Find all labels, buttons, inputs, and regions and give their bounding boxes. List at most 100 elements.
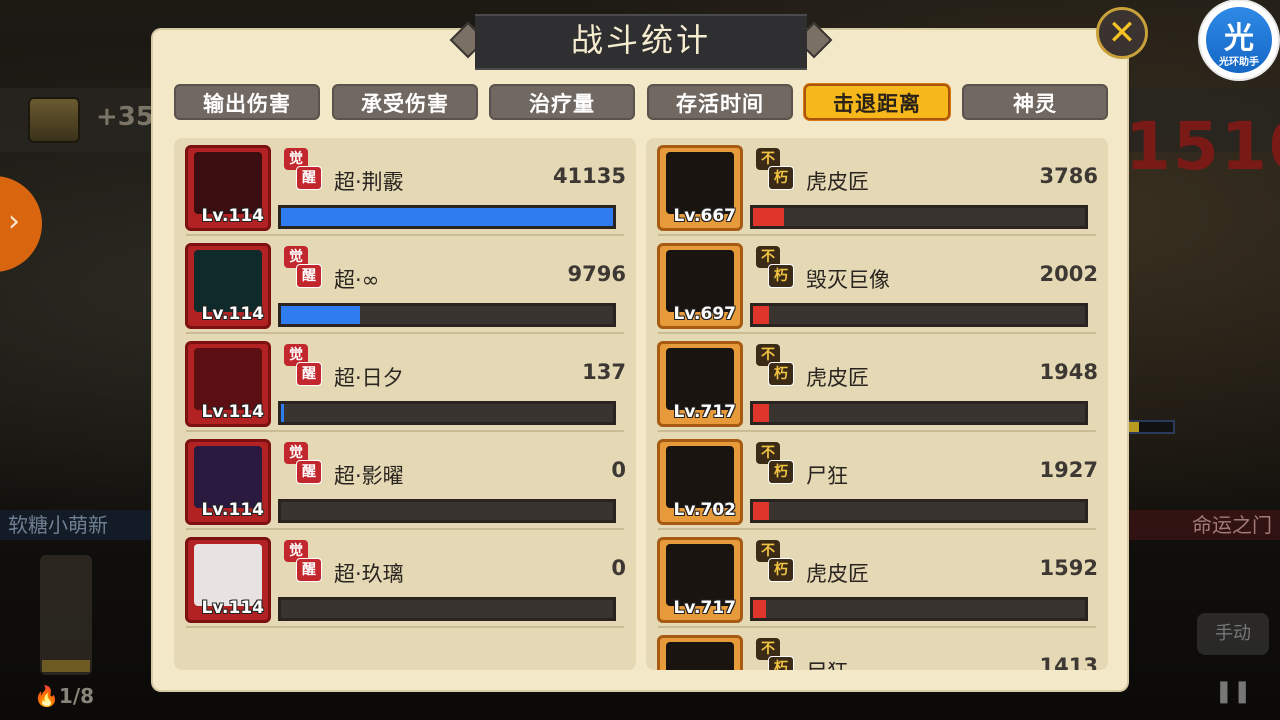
unit-level: Lv.114 <box>201 206 264 226</box>
stat-bar-fill <box>753 600 766 618</box>
flame-icon: 🔥 <box>34 684 59 708</box>
unit-level: Lv.697 <box>673 304 736 324</box>
unit-level: Lv.667 <box>673 206 736 226</box>
unit-name: 超·日夕 <box>334 366 404 390</box>
ally-row: Lv.114 觉醒超·荆霰 41135 <box>174 138 636 236</box>
stat-value: 1927 <box>1039 458 1098 482</box>
unit-portrait[interactable]: Lv.717 <box>657 341 743 427</box>
stat-value: 0 <box>611 556 626 580</box>
unit-art <box>194 544 262 606</box>
unit-level: Lv.114 <box>201 500 264 520</box>
unit-art <box>666 642 734 670</box>
unit-level: Lv.717 <box>673 598 736 618</box>
unit-portrait[interactable]: Lv.114 <box>185 243 271 329</box>
tab-healing[interactable]: 治疗量 <box>489 84 635 120</box>
unit-level: Lv.114 <box>201 402 264 422</box>
awakened-badge-icon: 觉醒 <box>284 442 322 486</box>
panel-title: 战斗统计 <box>570 21 711 59</box>
stat-value: 0 <box>611 458 626 482</box>
stat-bar <box>278 499 616 523</box>
stat-value: 1948 <box>1039 360 1098 384</box>
unit-portrait[interactable]: Lv.114 <box>185 537 271 623</box>
tab-damage-taken[interactable]: 承受伤害 <box>332 84 478 120</box>
unit-portrait[interactable]: Lv.114 <box>185 439 271 525</box>
stat-bar-fill <box>281 404 284 422</box>
unit-name: 虎皮匠 <box>806 562 869 586</box>
unit-art <box>194 348 262 410</box>
ally-stats-list[interactable]: Lv.114 觉醒超·荆霰 41135 Lv.114 觉醒超·∞ 9796 Lv.114 觉醒… <box>174 138 636 670</box>
close-icon: ✕ <box>1107 13 1137 53</box>
unit-portrait[interactable] <box>657 635 743 670</box>
unit-portrait[interactable]: Lv.114 <box>185 145 271 231</box>
stat-bar-fill <box>281 208 613 226</box>
stat-bar-fill <box>281 306 360 324</box>
stat-value: 2002 <box>1039 262 1098 286</box>
unit-name: 超·影曜 <box>334 464 404 488</box>
stat-bar <box>278 401 616 425</box>
unit-art <box>666 446 734 508</box>
title-banner: 战斗统计 <box>449 10 833 70</box>
stat-bar <box>750 205 1088 229</box>
tab-knockback-distance[interactable]: 击退距离 <box>804 84 950 120</box>
unit-hp-bar <box>1125 420 1175 434</box>
stat-value: 1413 <box>1039 654 1098 670</box>
stat-value: 41135 <box>552 164 626 188</box>
unit-portrait[interactable]: Lv.667 <box>657 145 743 231</box>
enemy-row: 不朽尸狂 1413 <box>646 628 1108 670</box>
immortal-badge-icon: 不朽 <box>756 344 794 388</box>
stat-bar <box>750 303 1088 327</box>
unit-name: 虎皮匠 <box>806 366 869 390</box>
unit-portrait[interactable]: Lv.717 <box>657 537 743 623</box>
immortal-badge-icon: 不朽 <box>756 246 794 290</box>
ally-row: Lv.114 觉醒超·日夕 137 <box>174 334 636 432</box>
stat-bar-fill <box>753 208 784 226</box>
stat-bar-fill <box>753 404 769 422</box>
manual-mode-button[interactable]: 手动 <box>1197 613 1269 655</box>
stat-value: 3786 <box>1039 164 1098 188</box>
pause-button[interactable]: ❚❚ <box>1213 672 1253 712</box>
energy-count: 🔥1/8 <box>34 684 95 708</box>
unit-portrait[interactable]: Lv.702 <box>657 439 743 525</box>
unit-name: 超·玖璃 <box>334 562 404 586</box>
close-button[interactable]: ✕ <box>1096 7 1148 59</box>
unit-name: 尸狂 <box>806 464 848 488</box>
awakened-badge-icon: 觉醒 <box>284 148 322 192</box>
stat-bar <box>278 303 616 327</box>
chest-icon <box>28 97 80 143</box>
helper-app-button[interactable]: 光 光环助手 <box>1200 1 1278 79</box>
stat-bar <box>278 205 616 229</box>
pause-icon: ❚❚ <box>1214 679 1252 704</box>
unit-name: 尸狂 <box>806 656 848 670</box>
unit-level: Lv.702 <box>673 500 736 520</box>
immortal-badge-icon: 不朽 <box>756 638 794 670</box>
unit-name: 毁灭巨像 <box>806 268 890 292</box>
unit-art <box>194 446 262 508</box>
unit-level: Lv.114 <box>201 304 264 324</box>
unit-portrait[interactable]: Lv.114 <box>185 341 271 427</box>
row-divider <box>186 626 624 628</box>
unit-art <box>194 250 262 312</box>
ally-row: Lv.114 觉醒超·玖璃 0 <box>174 530 636 628</box>
ally-row: Lv.114 觉醒超·影曜 0 <box>174 432 636 530</box>
stat-bar <box>750 401 1088 425</box>
awakened-badge-icon: 觉醒 <box>284 344 322 388</box>
tab-deity[interactable]: 神灵 <box>962 84 1108 120</box>
player-name-left: 软糖小萌新 <box>0 510 160 540</box>
enemy-stats-list[interactable]: Lv.667 不朽虎皮匠 3786 Lv.697 不朽毁灭巨像 2002 Lv.717 不朽虎… <box>646 138 1108 670</box>
awakened-badge-icon: 觉醒 <box>284 540 322 584</box>
unit-portrait[interactable]: Lv.697 <box>657 243 743 329</box>
stat-bar-fill <box>753 502 769 520</box>
unit-name: 超·∞ <box>334 268 380 292</box>
unit-art <box>666 544 734 606</box>
enemy-row: Lv.702 不朽尸狂 1927 <box>646 432 1108 530</box>
immortal-badge-icon: 不朽 <box>756 442 794 486</box>
unit-level: Lv.717 <box>673 402 736 422</box>
tab-damage-dealt[interactable]: 输出伤害 <box>174 84 320 120</box>
unit-name: 超·荆霰 <box>334 170 404 194</box>
stat-bar <box>750 499 1088 523</box>
stat-value: 1592 <box>1039 556 1098 580</box>
stat-value: 137 <box>582 360 626 384</box>
ally-row: Lv.114 觉醒超·∞ 9796 <box>174 236 636 334</box>
unit-name: 虎皮匠 <box>806 170 869 194</box>
tab-survival-time[interactable]: 存活时间 <box>647 84 793 120</box>
